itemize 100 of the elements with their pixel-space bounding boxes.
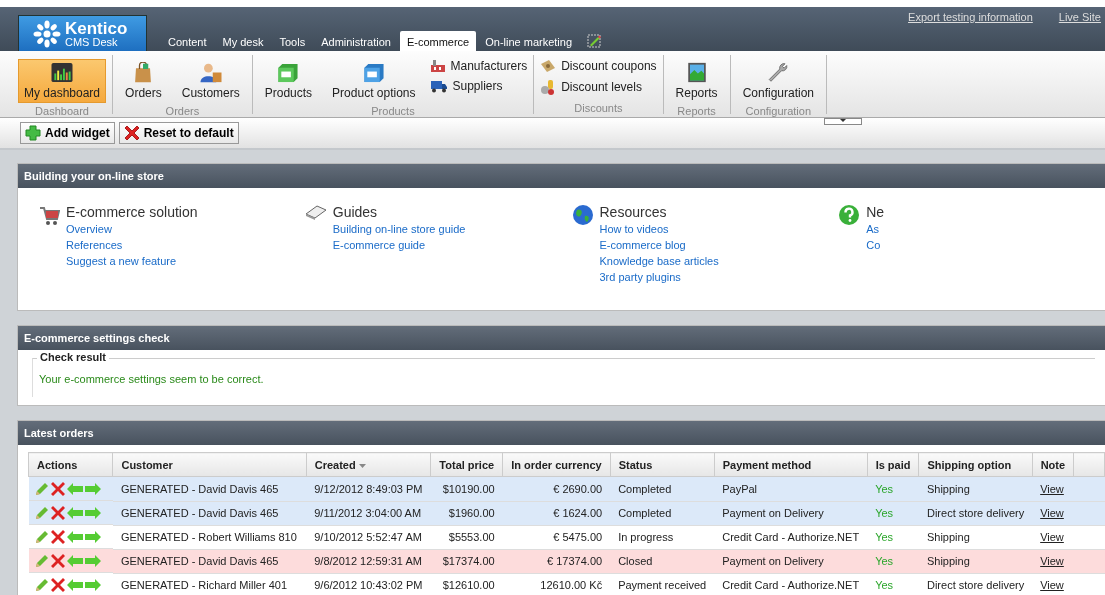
help-link[interactable]: E-commerce guide xyxy=(332,239,466,251)
view-link[interactable]: View xyxy=(1040,531,1064,543)
column-header[interactable]: Customer xyxy=(112,452,307,477)
chart-icon xyxy=(50,62,74,83)
group-label: Orders xyxy=(165,104,200,117)
table-cell: 9/10/2012 5:52:47 AM xyxy=(306,525,431,549)
column-header[interactable]: Created xyxy=(306,452,431,477)
table-cell: Payment on Delivery xyxy=(714,501,868,525)
ribbon-button[interactable]: Discount levels xyxy=(540,79,657,95)
ribbon-button[interactable]: My dashboard xyxy=(18,59,107,103)
table-cell: € 5475.00 xyxy=(502,525,611,549)
nav-tab[interactable]: Administration xyxy=(314,33,398,51)
column-header[interactable]: Actions xyxy=(28,452,113,477)
table-cell: 9/6/2012 10:43:02 PM xyxy=(306,573,431,595)
logo[interactable]: Kentico CMS Desk xyxy=(18,15,147,51)
right-arrow-icon xyxy=(84,482,101,495)
column-header[interactable]: Status xyxy=(610,452,715,477)
ribbon-button[interactable]: Product options xyxy=(326,59,422,103)
help-link[interactable]: How to videos xyxy=(599,223,719,235)
help-link[interactable]: Suggest a new feature xyxy=(66,255,198,267)
section-heading: E-commerce solution xyxy=(66,204,198,220)
table-cell: $5553.00 xyxy=(430,525,503,549)
section-heading: Resources xyxy=(599,204,668,220)
flower-icon xyxy=(33,19,61,48)
close-icon xyxy=(123,125,140,141)
right-arrow-icon xyxy=(84,554,101,567)
column-header[interactable]: Note xyxy=(1032,452,1074,477)
table-cell: In progress xyxy=(610,525,715,549)
table-cell: Direct store delivery xyxy=(918,573,1033,595)
header-link[interactable]: Live Site xyxy=(1058,11,1101,23)
help-link[interactable]: Knowledge base articles xyxy=(599,255,719,267)
table-cell: GENERATED - David Davis 465 xyxy=(112,501,307,525)
table-cell: € 17374.00 xyxy=(502,549,611,573)
header-link[interactable]: Export testing information xyxy=(908,11,1033,23)
pencil-icon xyxy=(34,529,49,544)
ribbon-button[interactable]: Suppliers xyxy=(429,79,528,93)
view-link[interactable]: View xyxy=(1040,579,1064,591)
column-header[interactable]: Payment method xyxy=(714,452,868,477)
table-cell: 9/11/2012 3:04:00 AM xyxy=(306,501,431,525)
delete-icon xyxy=(50,505,65,520)
column-header[interactable]: Is paid xyxy=(867,452,919,477)
shopping-cart-icon xyxy=(38,204,60,226)
delete-icon xyxy=(50,481,65,496)
table-cell: Direct store delivery xyxy=(918,501,1033,525)
ribbon-button[interactable]: Manufacturers xyxy=(429,59,528,73)
right-arrow-icon xyxy=(84,506,101,519)
picture-frame-icon xyxy=(685,62,708,83)
help-icon xyxy=(838,204,861,226)
help-link[interactable]: 3rd party plugins xyxy=(599,271,719,283)
help-link[interactable]: As xyxy=(866,223,885,235)
table-cell: 9/12/2012 8:49:03 PM xyxy=(306,476,431,501)
right-arrow-icon xyxy=(84,578,101,591)
help-link[interactable]: Overview xyxy=(66,223,198,235)
help-link[interactable]: E-commerce blog xyxy=(599,239,719,251)
section-heading: Ne xyxy=(866,204,885,220)
view-link[interactable]: View xyxy=(1040,482,1064,495)
table-cell: Shipping xyxy=(918,476,1033,501)
view-link[interactable]: View xyxy=(1040,507,1064,519)
nav-tab[interactable]: Content xyxy=(161,33,214,51)
nav-tab[interactable]: Tools xyxy=(272,33,313,51)
table-cell: Yes xyxy=(867,476,919,501)
delete-icon xyxy=(50,577,65,592)
nav-tab[interactable]: On-line marketing xyxy=(478,33,580,51)
column-header[interactable]: Shipping option xyxy=(918,452,1033,477)
table-cell: Yes xyxy=(867,501,919,525)
box-icon xyxy=(361,62,386,83)
discount-icon xyxy=(540,79,557,95)
table-cell: Yes xyxy=(867,525,919,549)
ribbon-button[interactable]: Orders xyxy=(119,59,168,103)
add-widget-button[interactable]: Add widget xyxy=(20,122,115,144)
help-link[interactable]: Co xyxy=(866,239,885,251)
table-cell: Yes xyxy=(867,549,919,573)
pencil-icon xyxy=(34,577,49,592)
table-cell: 9/8/2012 12:59:31 AM xyxy=(306,549,431,573)
box-icon xyxy=(276,62,301,83)
column-header[interactable]: In order currency xyxy=(502,452,611,477)
view-link[interactable]: View xyxy=(1040,555,1064,567)
ribbon-button[interactable]: Reports xyxy=(669,59,724,103)
column-header[interactable]: Total price xyxy=(430,452,503,477)
table-cell: Payment received xyxy=(610,573,715,595)
ribbon-button[interactable]: Products xyxy=(258,59,319,103)
table-cell: GENERATED - Richard Miller 401 xyxy=(112,573,307,595)
table-cell: Completed xyxy=(610,476,715,501)
plus-icon xyxy=(25,125,41,141)
help-link[interactable]: References xyxy=(66,239,198,251)
help-link[interactable]: Building on-line store guide xyxy=(332,223,466,235)
table-cell: Closed xyxy=(610,549,715,573)
nav-tab[interactable]: My desk xyxy=(215,33,271,51)
ribbon-button[interactable]: Configuration xyxy=(736,59,820,103)
delete-icon xyxy=(50,553,65,568)
table-cell: Shipping xyxy=(918,525,1033,549)
panel-title: Latest orders xyxy=(18,421,1105,445)
collapse-handle[interactable] xyxy=(824,118,862,125)
factory-icon xyxy=(429,59,446,73)
group-label: Discounts xyxy=(574,101,623,114)
nav-tab[interactable]: E-commerce xyxy=(399,31,477,51)
ribbon-button[interactable]: Discount coupons xyxy=(540,59,657,73)
reset-button[interactable]: Reset to default xyxy=(118,122,239,144)
ribbon-button[interactable]: Customers xyxy=(175,59,246,103)
table-cell: GENERATED - David Davis 465 xyxy=(112,476,307,501)
